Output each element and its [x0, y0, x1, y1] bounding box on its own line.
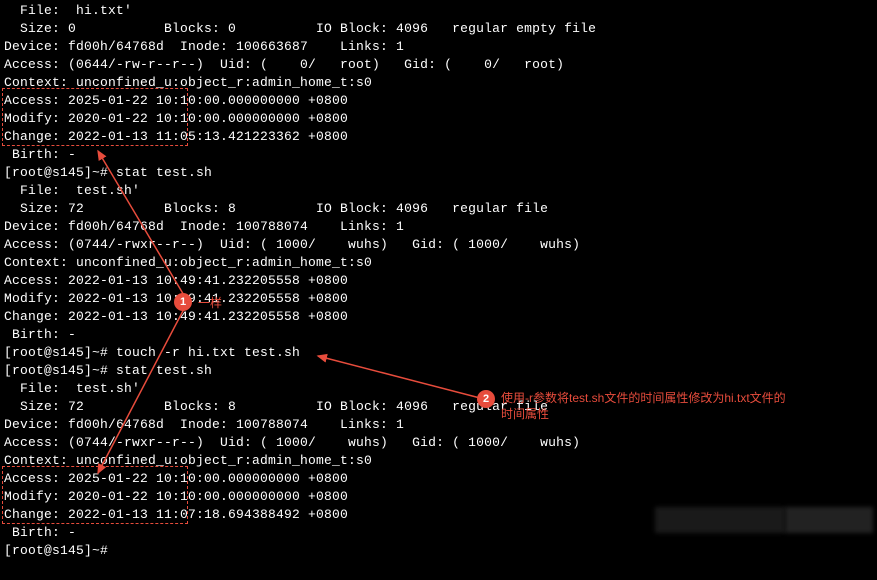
annotation-callout-2: 2 使用-r参数将test.sh文件的时间属性修改为hi.txt文件的 时间属性 — [477, 390, 786, 422]
annotation-number-2: 2 — [483, 390, 489, 408]
line-30: [root@s145]~# — [4, 542, 873, 560]
terminal-output: File: hi.txt' Size: 0 Blocks: 0 IO Block… — [4, 2, 873, 560]
line-2: Device: fd00h/64768d Inode: 100663687 Li… — [4, 38, 873, 56]
line-17: Change: 2022-01-13 10:49:41.232205558 +0… — [4, 308, 873, 326]
line-27: Modify: 2020-01-22 10:10:00.000000000 +0… — [4, 488, 873, 506]
line-26: Access: 2025-01-22 10:10:00.000000000 +0… — [4, 470, 873, 488]
line-11: Size: 72 Blocks: 8 IO Block: 4096 regula… — [4, 200, 873, 218]
annotation-marker-2: 2 — [477, 390, 495, 408]
annotation-text-2-line2: 时间属性 — [501, 407, 549, 421]
blur-region-2 — [785, 507, 873, 533]
annotation-label-1: 一样 — [198, 294, 222, 312]
annotation-marker-1: 1 — [174, 293, 192, 311]
blur-region-1 — [655, 507, 785, 533]
line-9: [root@s145]~# stat test.sh — [4, 164, 873, 182]
line-14: Context: unconfined_u:object_r:admin_hom… — [4, 254, 873, 272]
annotation-label-2: 使用-r参数将test.sh文件的时间属性修改为hi.txt文件的 时间属性 — [501, 390, 786, 422]
line-0: File: hi.txt' — [4, 2, 873, 20]
line-8: Birth: - — [4, 146, 873, 164]
line-4: Context: unconfined_u:object_r:admin_hom… — [4, 74, 873, 92]
line-15: Access: 2022-01-13 10:49:41.232205558 +0… — [4, 272, 873, 290]
line-16: Modify: 2022-01-13 10:49:41.232205558 +0… — [4, 290, 873, 308]
line-1: Size: 0 Blocks: 0 IO Block: 4096 regular… — [4, 20, 873, 38]
line-18: Birth: - — [4, 326, 873, 344]
line-10: File: test.sh' — [4, 182, 873, 200]
line-20: [root@s145]~# stat test.sh — [4, 362, 873, 380]
line-12: Device: fd00h/64768d Inode: 100788074 Li… — [4, 218, 873, 236]
line-6: Modify: 2020-01-22 10:10:00.000000000 +0… — [4, 110, 873, 128]
annotation-number-1: 1 — [180, 293, 186, 311]
line-3: Access: (0644/-rw-r--r--) Uid: ( 0/ root… — [4, 56, 873, 74]
line-25: Context: unconfined_u:object_r:admin_hom… — [4, 452, 873, 470]
line-24: Access: (0744/-rwxr--r--) Uid: ( 1000/ w… — [4, 434, 873, 452]
line-13: Access: (0744/-rwxr--r--) Uid: ( 1000/ w… — [4, 236, 873, 254]
line-7: Change: 2022-01-13 11:05:13.421223362 +0… — [4, 128, 873, 146]
line-5: Access: 2025-01-22 10:10:00.000000000 +0… — [4, 92, 873, 110]
annotation-text-2-line1: 使用-r参数将test.sh文件的时间属性修改为hi.txt文件的 — [501, 391, 786, 405]
line-19: [root@s145]~# touch -r hi.txt test.sh — [4, 344, 873, 362]
